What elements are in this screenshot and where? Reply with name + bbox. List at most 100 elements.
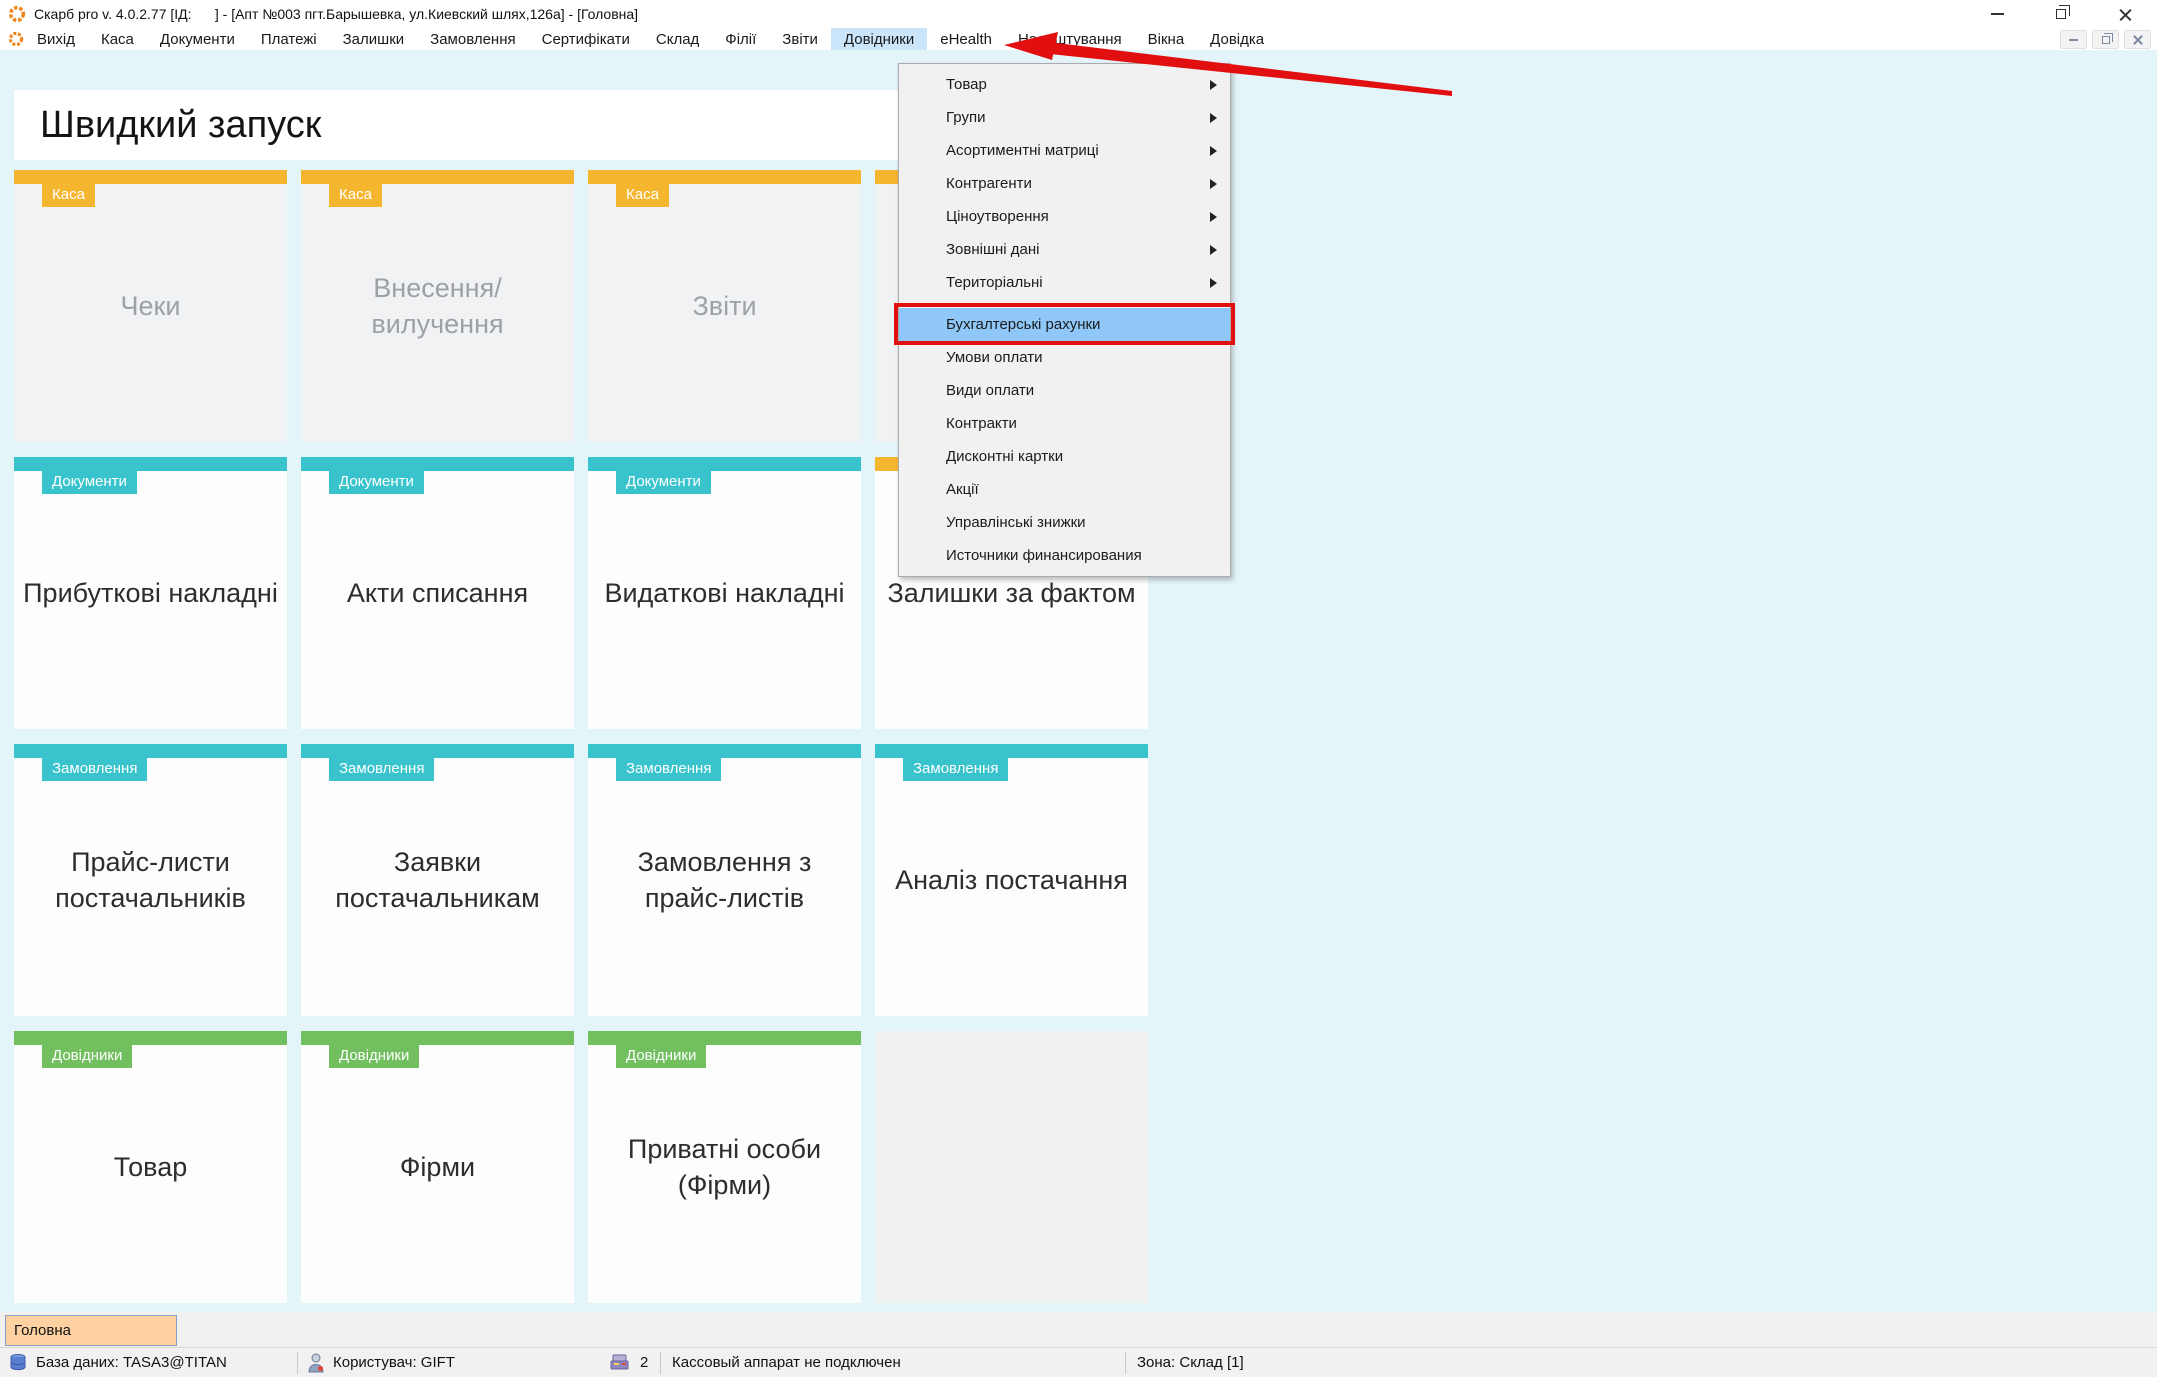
menu-item-label: Акції (946, 481, 979, 498)
submenu-arrow-icon (1210, 80, 1217, 90)
close-button[interactable] (2093, 0, 2157, 28)
menu-item-upravlinski-znyzhky[interactable]: Управлінські знижки (899, 506, 1230, 539)
mdi-window-controls (2060, 30, 2151, 49)
tile-incoming-invoices[interactable]: Документи Прибуткові накладні (14, 457, 287, 729)
menu-item-dokumenty[interactable]: Документи (147, 28, 248, 50)
minimize-button[interactable] (1965, 0, 2029, 28)
tile-label: Приватні особи (Фірми) (588, 1031, 861, 1303)
submenu-arrow-icon (1210, 245, 1217, 255)
menu-item-terytorialni[interactable]: Територіальні (899, 266, 1230, 299)
cash-register-status: Кассовый аппарат не подключен (672, 1348, 901, 1378)
tile-supply-analysis[interactable]: Замовлення Аналіз постачання (875, 744, 1148, 1016)
menu-item-nalashtuvannia[interactable]: Налаштування (1005, 28, 1135, 50)
menu-item-label: Зовнішні дані (946, 241, 1040, 258)
mdi-minimize-button[interactable] (2060, 30, 2087, 49)
tile-label: Замовлення з прайс-листів (588, 744, 861, 1016)
menu-item-tsinoutvorennia[interactable]: Ціноутворення (899, 200, 1230, 233)
menu-item-zamovlennia[interactable]: Замовлення (417, 28, 528, 50)
menu-item-label: Види оплати (946, 382, 1034, 399)
menu-item-vikna[interactable]: Вікна (1135, 28, 1198, 50)
page-title: Швидкий запуск (14, 104, 321, 147)
menu-item-sklad[interactable]: Склад (643, 28, 712, 50)
tile-private-persons[interactable]: Довідники Приватні особи (Фірми) (588, 1031, 861, 1303)
tab-golovna[interactable]: Головна (5, 1315, 177, 1346)
menu-item-dovidnyky[interactable]: Довідники (831, 28, 927, 50)
tile-label: Чеки (14, 170, 287, 442)
submenu-arrow-icon (1210, 146, 1217, 156)
menu-item-kontrakty[interactable]: Контракти (899, 407, 1230, 440)
tile-empty (875, 1031, 1148, 1303)
menu-item-vykhid[interactable]: Вихід (24, 28, 88, 50)
menu-item-label: Ціноутворення (946, 208, 1049, 225)
minimize-icon (2069, 39, 2078, 41)
submenu-arrow-icon (1210, 212, 1217, 222)
menu-bar: Вихід Каса Документи Платежі Залишки Зам… (0, 28, 2157, 50)
menu-separator (943, 303, 1227, 304)
zone-status: Зона: Склад [1] (1137, 1348, 1244, 1378)
menu-item-platezhi[interactable]: Платежі (248, 28, 330, 50)
tile-label: Товар (14, 1031, 287, 1303)
menu-item-filii[interactable]: Філії (712, 28, 769, 50)
app-logo-icon (8, 5, 26, 23)
tile-outgoing-invoices[interactable]: Документи Видаткові накладні (588, 457, 861, 729)
menu-item-label: Контракти (946, 415, 1017, 432)
tile-supplier-price-lists[interactable]: Замовлення Прайс-листи постачальників (14, 744, 287, 1016)
menu-item-tovar[interactable]: Товар (899, 68, 1230, 101)
restore-icon (2102, 36, 2110, 44)
menu-item-zalyshky[interactable]: Залишки (330, 28, 418, 50)
quick-launch-header: Швидкий запуск (14, 90, 898, 160)
menu-item-istochniki-finansirovaniya[interactable]: Источники финансирования (899, 539, 1230, 572)
menu-item-dyskontni-kartky[interactable]: Дисконтні картки (899, 440, 1230, 473)
tile-goods[interactable]: Довідники Товар (14, 1031, 287, 1303)
menu-item-sertyfikaty[interactable]: Сертифікати (529, 28, 643, 50)
menu-item-grupy[interactable]: Групи (899, 101, 1230, 134)
tile-label: Фірми (301, 1031, 574, 1303)
menu-item-bukhgalterski-rakhunky[interactable]: Бухгалтерські рахунки (899, 308, 1230, 341)
tile-orders-from-price-lists[interactable]: Замовлення Замовлення з прайс-листів (588, 744, 861, 1016)
status-bar: База даних: TASA3@TITAN Користувач: GIFT… (0, 1347, 2157, 1377)
menu-item-label: Територіальні (946, 274, 1043, 291)
menu-item-kontragenty[interactable]: Контрагенти (899, 167, 1230, 200)
menu-item-zovnishni-dani[interactable]: Зовнішні дані (899, 233, 1230, 266)
tile-label: Прайс-листи постачальників (14, 744, 287, 1016)
menu-item-aktsii[interactable]: Акції (899, 473, 1230, 506)
tile-checks[interactable]: Каса Чеки (14, 170, 287, 442)
tile-write-off-acts[interactable]: Документи Акти списання (301, 457, 574, 729)
tab-bar: Головна (0, 1312, 2157, 1347)
tile-supplier-requests[interactable]: Замовлення Заявки постачальникам (301, 744, 574, 1016)
dovidnyky-dropdown-menu: Товар Групи Асортиментні матриці Контраг… (898, 63, 1231, 577)
close-icon (2133, 35, 2143, 45)
tile-cash-in-out[interactable]: Каса Внесення/вилучення (301, 170, 574, 442)
restore-button[interactable] (2029, 0, 2093, 28)
status-separator (297, 1352, 298, 1374)
menu-item-label: Бухгалтерські рахунки (946, 316, 1100, 333)
submenu-arrow-icon (1210, 113, 1217, 123)
mdi-restore-button[interactable] (2092, 30, 2119, 49)
tile-firms[interactable]: Довідники Фірми (301, 1031, 574, 1303)
submenu-arrow-icon (1210, 278, 1217, 288)
title-bar: Скарб pro v. 4.0.2.77 [ІД: ] - [Апт №003… (0, 0, 2157, 28)
menu-item-label: Товар (946, 76, 987, 93)
cash-register-icon (610, 1353, 632, 1373)
menu-item-ehealth[interactable]: eHealth (927, 28, 1005, 50)
menu-item-label: Контрагенти (946, 175, 1032, 192)
window-title: Скарб pro v. 4.0.2.77 [ІД: ] - [Апт №003… (34, 6, 638, 22)
mdi-close-button[interactable] (2124, 30, 2151, 49)
menu-item-zvity[interactable]: Звіти (769, 28, 831, 50)
menu-item-label: Управлінські знижки (946, 514, 1086, 531)
menu-item-asortymentni-matrytsi[interactable]: Асортиментні матриці (899, 134, 1230, 167)
tile-label: Внесення/вилучення (301, 170, 574, 442)
menu-item-umovy-oplaty[interactable]: Умови оплати (899, 341, 1230, 374)
close-icon (2118, 7, 2133, 22)
menu-item-vydy-oplaty[interactable]: Види оплати (899, 374, 1230, 407)
menu-item-label: Групи (946, 109, 985, 126)
tile-reports[interactable]: Каса Звіти (588, 170, 861, 442)
user-icon (307, 1352, 325, 1374)
menu-item-label: Умови оплати (946, 349, 1043, 366)
device-count: 2 (640, 1348, 648, 1378)
menu-item-dovidka[interactable]: Довідка (1197, 28, 1277, 50)
tile-label: Видаткові накладні (588, 457, 861, 729)
user-status: Користувач: GIFT (333, 1348, 455, 1378)
menu-item-label: Асортиментні матриці (946, 142, 1099, 159)
menu-item-kasa[interactable]: Каса (88, 28, 147, 50)
